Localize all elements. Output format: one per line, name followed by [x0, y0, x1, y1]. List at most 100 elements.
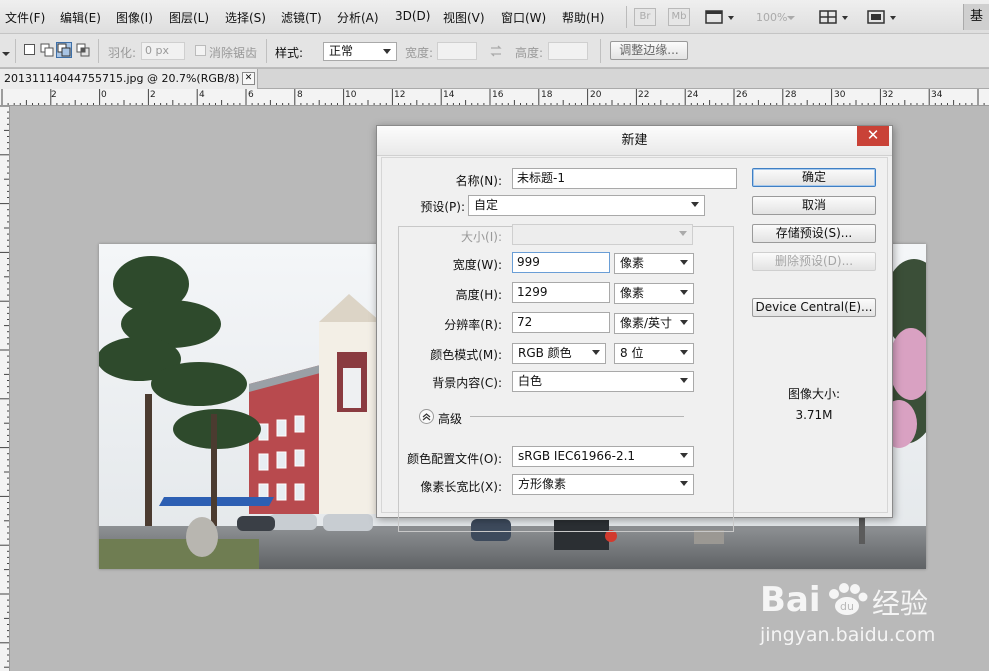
height-input[interactable]: [548, 42, 588, 60]
ruler-label: 24: [687, 90, 699, 100]
ruler-label: 28: [785, 90, 797, 100]
height-unit-select[interactable]: 像素: [614, 283, 694, 304]
advanced-divider: [470, 416, 684, 417]
extras-icon[interactable]: [704, 8, 736, 26]
menu-3d[interactable]: 3D(D): [395, 9, 430, 23]
options-separator: [600, 39, 601, 63]
device-central-button[interactable]: Device Central(E)...: [752, 298, 876, 317]
color-mode-value: RGB 颜色: [518, 346, 572, 360]
zoom-caret-icon[interactable]: [786, 12, 796, 22]
antialias-label: 消除锯齿: [209, 46, 258, 60]
width-input[interactable]: [437, 42, 477, 60]
bit-depth-value: 8 位: [620, 346, 644, 360]
ruler-label: 2: [51, 90, 57, 100]
bridge-button[interactable]: Br: [634, 8, 656, 26]
width-label: 宽度:: [405, 46, 434, 60]
baidu-watermark-logo: Bai du 经验: [760, 580, 989, 620]
swap-icon[interactable]: [489, 44, 503, 58]
options-separator: [266, 39, 267, 63]
ruler-label: 0: [101, 90, 107, 100]
pixel-aspect-select[interactable]: 方形像素: [512, 474, 694, 495]
menu-file[interactable]: 文件(F): [5, 9, 45, 26]
name-input[interactable]: 未标题-1: [512, 168, 737, 189]
watermark-brand: Bai: [760, 580, 821, 620]
color-mode-select[interactable]: RGB 颜色: [512, 343, 606, 364]
menu-edit[interactable]: 编辑(E): [60, 9, 101, 26]
menu-bar: 文件(F) 编辑(E) 图像(I) 图层(L) 选择(S) 滤镜(T) 分析(A…: [0, 0, 989, 34]
add-selection-icon[interactable]: [40, 43, 54, 57]
style-label: 样式:: [275, 46, 304, 60]
ruler-label: 14: [443, 90, 455, 100]
close-icon[interactable]: ✕: [242, 72, 255, 85]
image-size-value: 3.71M: [795, 408, 833, 422]
pixel-aspect-label: 像素长宽比(X):: [420, 480, 502, 494]
resolution-unit-select[interactable]: 像素/英寸: [614, 313, 694, 334]
menu-filter[interactable]: 滤镜(T): [281, 9, 322, 26]
menu-separator: [626, 6, 627, 28]
options-bar: 羽化: 0 px 消除锯齿 样式: 正常 宽度: 高度: 调整边缘...: [0, 34, 989, 68]
dialog-close-button[interactable]: ✕: [857, 126, 889, 146]
image-size-label: 图像大小:: [787, 387, 841, 401]
chevron-down-icon: [680, 290, 688, 295]
ruler-label: 26: [736, 90, 748, 100]
refine-edge-button[interactable]: 调整边缘...: [610, 41, 688, 60]
menu-help[interactable]: 帮助(H): [562, 9, 604, 26]
document-tab-bar: 20131114044755715.jpg @ 20.7%(RGB/8) ✕: [0, 69, 989, 89]
watermark-brand-tail: 经验: [872, 587, 929, 620]
color-profile-value: sRGB IEC61966-2.1: [518, 449, 636, 463]
chevron-down-icon: [680, 453, 688, 458]
resolution-input[interactable]: 72: [512, 312, 610, 333]
name-label: 名称(N):: [455, 174, 502, 188]
workspace-switcher[interactable]: 基: [963, 4, 989, 30]
preset-label: 预设(P):: [408, 198, 470, 215]
background-select[interactable]: 白色: [512, 371, 694, 392]
bit-depth-select[interactable]: 8 位: [614, 343, 694, 364]
menu-view[interactable]: 视图(V): [443, 9, 485, 26]
menu-window[interactable]: 窗口(W): [501, 9, 546, 26]
intersect-selection-icon[interactable]: [76, 43, 90, 57]
document-tab-title: 20131114044755715.jpg @ 20.7%(RGB/8): [4, 72, 240, 85]
pixel-aspect-value: 方形像素: [518, 477, 567, 491]
preset-value: 自定: [474, 198, 499, 212]
width-input[interactable]: 999: [512, 252, 610, 273]
feather-input[interactable]: 0 px: [141, 42, 185, 60]
arrange-documents-icon[interactable]: [818, 8, 854, 26]
new-selection-icon[interactable]: [24, 44, 35, 55]
chevron-up-icon: [422, 413, 431, 421]
menu-layer[interactable]: 图层(L): [169, 9, 209, 26]
chevron-down-icon: [680, 378, 688, 383]
chevron-down-icon: [383, 49, 391, 54]
horizontal-ruler: 2 0 2 4 6 8 10 12 14 16 18 20 22 24 26 2…: [0, 89, 989, 106]
style-value: 正常: [329, 44, 354, 58]
size-label: 大小(I):: [461, 230, 502, 244]
ruler-label: 8: [297, 90, 303, 100]
size-select[interactable]: [512, 224, 693, 245]
screen-mode-icon[interactable]: [866, 8, 902, 26]
mini-bridge-button[interactable]: Mb: [668, 8, 690, 26]
menu-select[interactable]: 选择(S): [225, 9, 266, 26]
antialias-checkbox[interactable]: [195, 45, 206, 56]
delete-preset-button[interactable]: 删除预设(D)...: [752, 252, 876, 271]
tool-preset-caret-icon[interactable]: [2, 47, 10, 56]
ruler-label: 20: [590, 90, 602, 100]
subtract-selection-icon[interactable]: [56, 42, 72, 58]
advanced-label: 高级: [438, 412, 463, 426]
preset-select[interactable]: 自定: [468, 195, 705, 216]
color-profile-select[interactable]: sRGB IEC61966-2.1: [512, 446, 694, 467]
advanced-toggle-button[interactable]: [419, 409, 434, 424]
cancel-button[interactable]: 取消: [752, 196, 876, 215]
chevron-down-icon: [592, 350, 600, 355]
ruler-label: 22: [638, 90, 650, 100]
height-unit-value: 像素: [620, 286, 645, 300]
height-input[interactable]: 1299: [512, 282, 610, 303]
style-select[interactable]: 正常: [323, 42, 397, 61]
save-preset-button[interactable]: 存储预设(S)...: [752, 224, 876, 243]
resolution-unit-value: 像素/英寸: [620, 316, 673, 330]
menu-image[interactable]: 图像(I): [116, 9, 153, 26]
width-unit-select[interactable]: 像素: [614, 253, 694, 274]
ok-button[interactable]: 确定: [752, 168, 876, 187]
zoom-level[interactable]: 100%: [756, 11, 787, 24]
menu-analysis[interactable]: 分析(A): [337, 9, 379, 26]
options-separator: [98, 39, 99, 63]
document-tab[interactable]: 20131114044755715.jpg @ 20.7%(RGB/8) ✕: [0, 69, 258, 89]
